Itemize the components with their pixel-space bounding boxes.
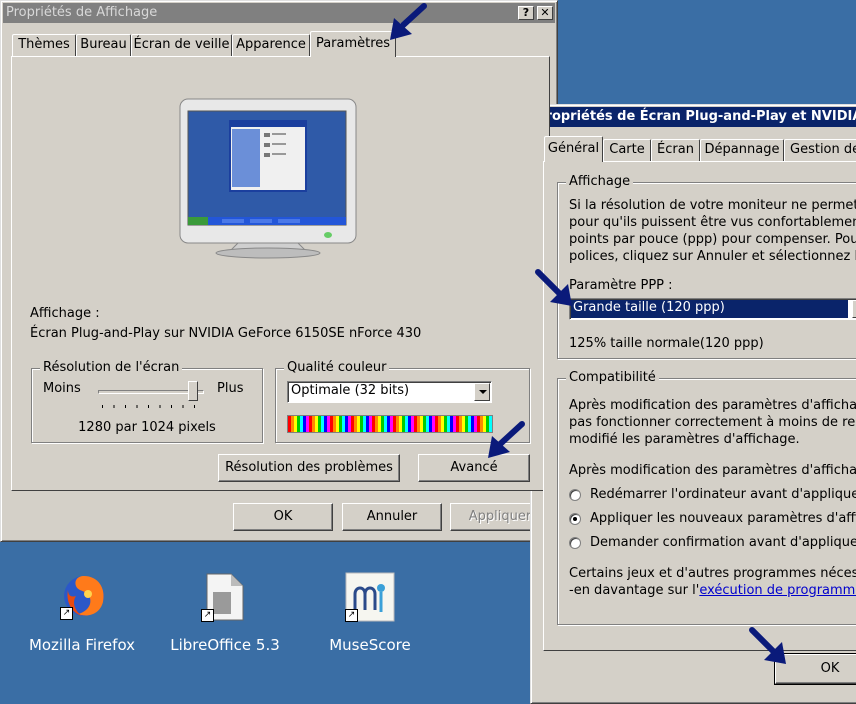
compat-info-line: Après modification des paramètres d'affi…: [569, 398, 856, 413]
close-button[interactable]: ✕: [537, 6, 553, 20]
monitor-preview: [178, 97, 358, 259]
color-spectrum-bar: [287, 415, 493, 433]
desktop-icon-musescore[interactable]: ↗ MuseScore: [310, 570, 430, 660]
tab-bureau[interactable]: Bureau: [76, 34, 131, 56]
cancel-button[interactable]: Annuler: [342, 503, 442, 531]
tab-screen[interactable]: Écran: [651, 139, 700, 161]
resolution-value: 1280 par 1024 pixels: [78, 420, 216, 435]
desktop-icon-label: MuseScore: [329, 636, 411, 654]
display-info-line: polices, cliquez sur Annuler et sélectio…: [569, 249, 856, 264]
radio-option-apply[interactable]: Appliquer les nouveaux paramètres d'affi…: [569, 511, 856, 529]
tab-adapter[interactable]: Carte: [603, 139, 651, 161]
desktop: ↗ Mozilla Firefox ↗ LibreOffice 5.3 ↗ Mu…: [0, 540, 535, 696]
general-page: Affichage Si la résolution de votre moni…: [543, 161, 856, 651]
compat-help-link[interactable]: exécution de programmes er: [699, 583, 856, 598]
shortcut-arrow-icon: ↗: [201, 609, 214, 622]
display-info-line: Si la résolution de votre moniteur ne pe…: [569, 198, 856, 213]
desktop-icon-libreoffice[interactable]: ↗ LibreOffice 5.3: [165, 570, 285, 660]
settings-page: Affichage : Écran Plug-and-Play sur NVID…: [11, 56, 550, 491]
display-group: Affichage Si la résolution de votre moni…: [557, 174, 856, 359]
libreoffice-icon: ↗: [201, 572, 249, 622]
tab-screensaver[interactable]: Écran de veille: [131, 34, 232, 56]
tab-troubleshoot[interactable]: Dépannage: [700, 139, 784, 161]
color-quality-select[interactable]: Optimale (32 bits): [287, 381, 492, 403]
monitor-properties-window: Propriétés de Écran Plug-and-Play et NVI…: [530, 104, 856, 704]
window-title: Propriétés de Écran Plug-and-Play et NVI…: [536, 109, 856, 124]
radio-button[interactable]: [569, 537, 581, 549]
radio-label: Appliquer les nouveaux paramètres d'affi…: [590, 511, 856, 526]
slider-thumb[interactable]: [188, 381, 198, 401]
firefox-icon: ↗: [60, 570, 108, 620]
tab-appearance[interactable]: Apparence: [232, 34, 310, 56]
tab-general[interactable]: Général: [544, 136, 603, 162]
tab-themes[interactable]: Thèmes: [12, 34, 76, 56]
compat-info-line: modifié les paramètres d'affichage.: [569, 432, 800, 447]
radio-button[interactable]: [569, 513, 581, 525]
title-bar[interactable]: Propriétés de Écran Plug-and-Play et NVI…: [533, 107, 856, 127]
dpi-note: 125% taille normale(120 ppp): [569, 336, 764, 351]
desktop-icon-firefox[interactable]: ↗ Mozilla Firefox: [22, 570, 142, 660]
radio-option-confirm[interactable]: Demander confirmation avant d'appliquer …: [569, 535, 856, 553]
color-quality-label: Qualité couleur: [284, 360, 390, 375]
display-group-label: Affichage: [566, 174, 634, 189]
shortcut-arrow-icon: ↗: [345, 609, 358, 622]
resolution-more-label: Plus: [217, 381, 244, 396]
display-properties-window: Propriétés de Affichage ? ✕ Thèmes Burea…: [0, 0, 558, 542]
dpi-label: Paramètre PPP :: [569, 278, 673, 293]
compatibility-group-label: Compatibilité: [566, 370, 659, 385]
tab-settings[interactable]: Paramètres: [310, 31, 396, 57]
display-info-line: points par pouce (ppp) pour compenser. P…: [569, 232, 856, 247]
annotation-arrow-icon: [749, 627, 786, 664]
display-info-line: pour qu'ils puissent être vus confortabl…: [569, 215, 856, 230]
shortcut-arrow-icon: ↗: [60, 607, 73, 620]
resolution-group: Résolution de l'écran Moins Plus 1280 pa…: [31, 360, 263, 443]
window-title: Propriétés de Affichage: [6, 5, 158, 20]
chevron-down-icon[interactable]: [852, 300, 856, 318]
slider-ticks: [102, 405, 200, 408]
ok-button[interactable]: OK: [233, 503, 333, 531]
chevron-down-icon[interactable]: [474, 383, 490, 401]
resolution-group-label: Résolution de l'écran: [40, 360, 183, 375]
tab-color-management[interactable]: Gestion de: [784, 139, 856, 161]
compat-info-line: pas fonctionner correctement à moins de …: [569, 415, 856, 430]
help-button[interactable]: ?: [518, 6, 534, 20]
desktop-icon-label: LibreOffice 5.3: [170, 636, 280, 654]
compat-question: Après modification des paramètres d'affi…: [569, 463, 856, 478]
compat-footer-prefix: -en davantage sur l': [569, 583, 700, 598]
title-bar[interactable]: Propriétés de Affichage ? ✕: [3, 3, 555, 23]
resolution-slider[interactable]: [98, 381, 204, 409]
display-label: Affichage :: [30, 306, 100, 321]
radio-option-restart[interactable]: Redémarrer l'ordinateur avant d'applique…: [569, 487, 856, 505]
musescore-icon: ↗: [345, 572, 395, 622]
radio-label: Demander confirmation avant d'appliquer …: [590, 535, 856, 550]
annotation-arrow-icon: [390, 3, 427, 40]
resolution-less-label: Moins: [43, 381, 81, 396]
dpi-select[interactable]: Grande taille (120 ppp): [569, 298, 856, 320]
display-device-name: Écran Plug-and-Play sur NVIDIA GeForce 6…: [30, 326, 422, 341]
compatibility-group: Compatibilité Après modification des par…: [557, 370, 856, 625]
radio-button[interactable]: [569, 489, 581, 501]
compat-footer-line2: -en davantage sur l'exécution de program…: [569, 583, 856, 598]
dpi-selected-value: Grande taille (120 ppp): [573, 300, 725, 315]
color-quality-value: Optimale (32 bits): [291, 383, 410, 398]
desktop-icon-label: Mozilla Firefox: [28, 636, 136, 654]
troubleshoot-button[interactable]: Résolution des problèmes: [218, 454, 400, 482]
compat-footer: Certains jeux et d'autres programmes néc…: [569, 566, 856, 581]
annotation-arrow-icon: [488, 421, 525, 458]
radio-label: Redémarrer l'ordinateur avant d'applique…: [590, 487, 856, 502]
annotation-arrow-icon: [535, 269, 572, 306]
